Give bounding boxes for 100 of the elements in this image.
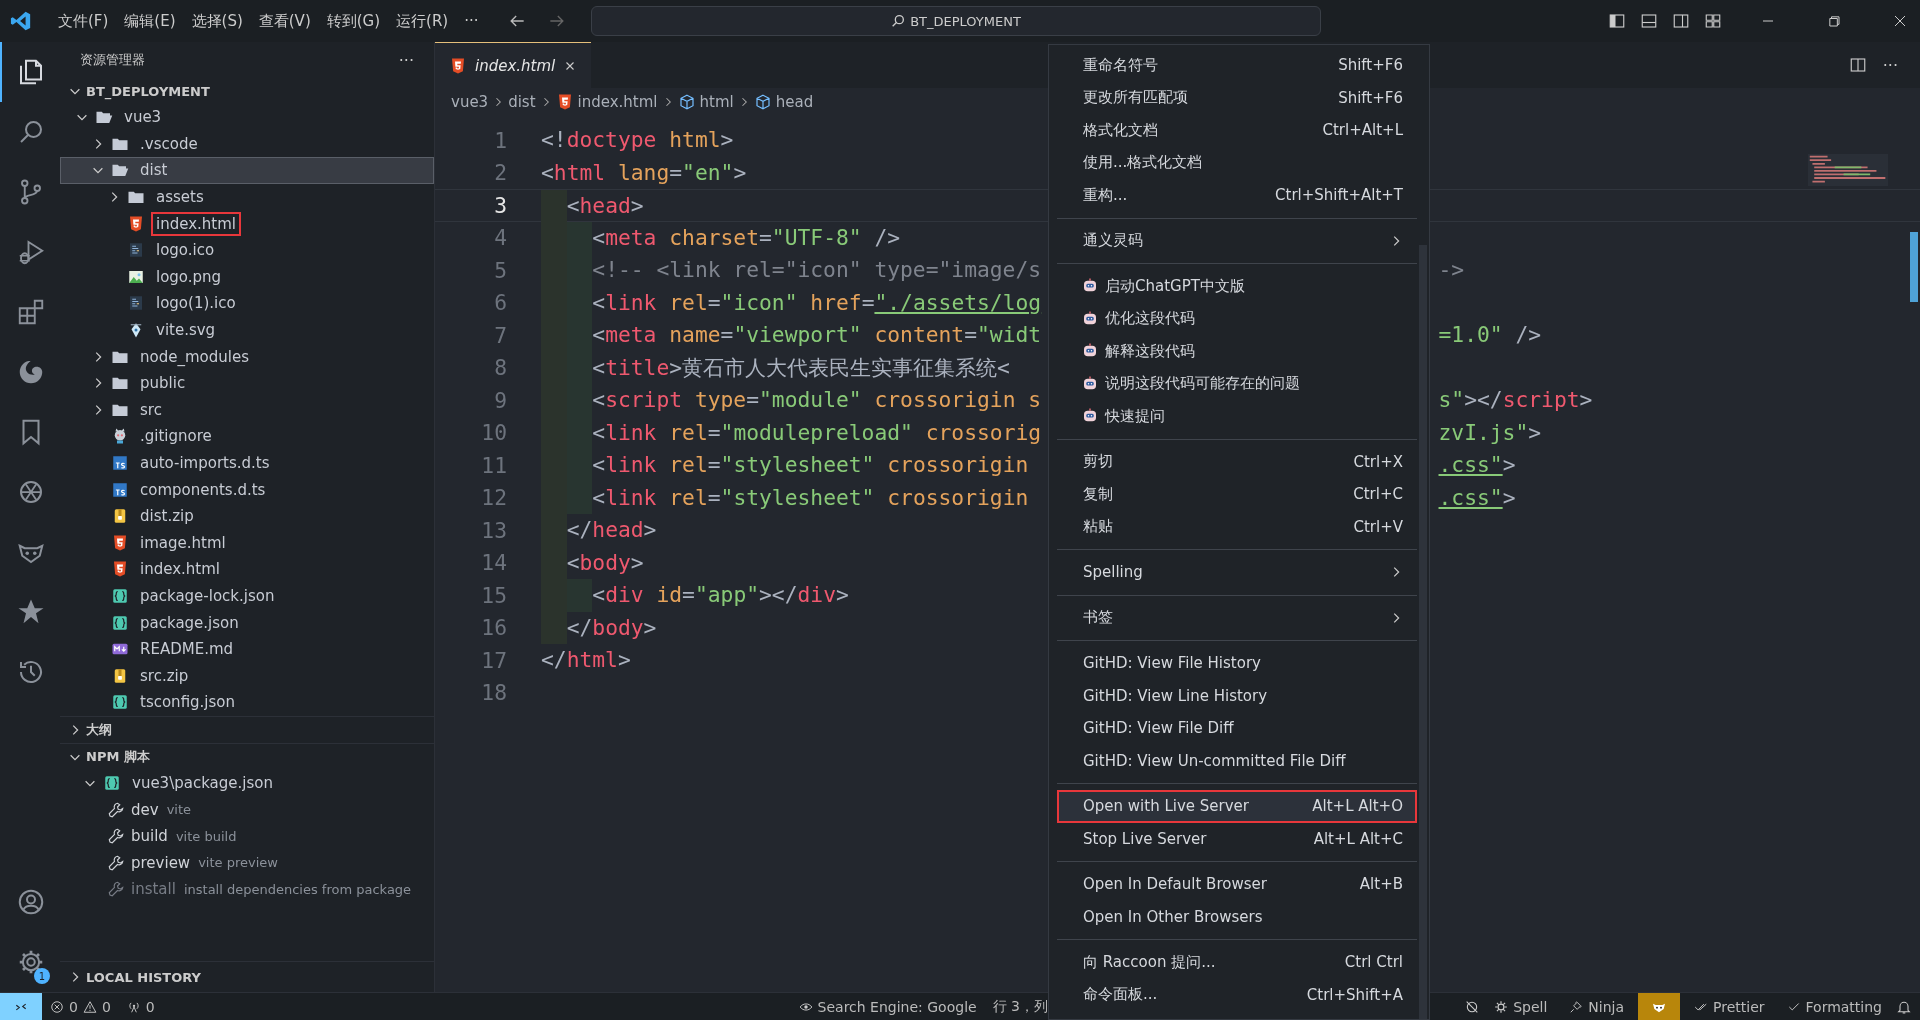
problems-status[interactable]: 0 0 xyxy=(42,998,119,1015)
tree-item[interactable]: dist.zip xyxy=(60,502,434,530)
account-icon[interactable] xyxy=(16,887,46,917)
breadcrumb-item[interactable]: html xyxy=(699,93,734,111)
editor-tab[interactable]: index.html xyxy=(435,42,592,88)
tree-item[interactable]: logo.ico xyxy=(60,236,434,264)
scrollbar[interactable] xyxy=(1419,245,1427,1019)
section-title[interactable]: BT_DEPLOYMENT xyxy=(86,83,210,99)
plug-icon xyxy=(1569,999,1584,1014)
tree-item[interactable]: vue3\package.json xyxy=(60,769,434,797)
menu-item[interactable]: 使用...格式化文档 xyxy=(1057,146,1417,179)
menu-item[interactable]: 通义灵码 xyxy=(1057,224,1417,257)
breadcrumb-item[interactable]: index.html xyxy=(577,93,658,111)
more-actions-button[interactable]: ··· xyxy=(398,50,414,70)
prettier-status[interactable]: Prettier xyxy=(1686,998,1773,1015)
tree-item[interactable]: tsconfig.json xyxy=(60,689,434,716)
tree-item[interactable]: index.html xyxy=(60,210,434,237)
formatting-status[interactable]: Formatting xyxy=(1778,998,1890,1015)
script-name[interactable]: build xyxy=(131,827,168,846)
menu-item[interactable]: GitHD: View File History xyxy=(1057,647,1417,680)
menu-item[interactable]: 文件(F) xyxy=(50,11,117,31)
section-title[interactable]: LOCAL HISTORY xyxy=(86,969,201,985)
tree-item[interactable]: assets xyxy=(60,183,434,211)
menu-item[interactable]: 转到(G) xyxy=(318,11,389,31)
command-center[interactable]: BT_DEPLOYMENT xyxy=(590,6,1321,36)
error-icon xyxy=(50,999,64,1014)
grid-layout-icon[interactable] xyxy=(1704,12,1722,30)
tree-item[interactable]: .gitignore xyxy=(60,423,434,450)
tree-item[interactable]: vue3 xyxy=(60,104,434,131)
menu-item[interactable]: 重命名符号 Shift+F6 xyxy=(1057,49,1417,82)
menu-item[interactable]: ··· xyxy=(456,12,487,30)
tree-item[interactable]: src.zip xyxy=(60,662,434,690)
tree-item[interactable]: node_modules xyxy=(60,343,434,370)
menu-item[interactable]: 运行(R) xyxy=(388,11,457,31)
raccoon-status-button[interactable] xyxy=(1638,993,1680,1020)
more-actions-button[interactable]: ··· xyxy=(1882,55,1898,75)
menu-item[interactable]: Stop Live Server Alt+L Alt+C xyxy=(1057,822,1417,855)
menu-item[interactable]: 格式化文档 Ctrl+Alt+L xyxy=(1057,114,1417,147)
search-engine-status[interactable]: Search Engine: Google xyxy=(790,998,985,1015)
tree-item[interactable]: dist xyxy=(60,157,434,184)
breadcrumb-item[interactable]: vue3 xyxy=(451,93,489,111)
menu-item[interactable]: 启动ChatGPT中文版 xyxy=(1057,270,1417,303)
tree-item[interactable]: package.json xyxy=(60,609,434,636)
ninja-status[interactable]: Ninja xyxy=(1561,998,1632,1015)
menu-item[interactable]: 查看(V) xyxy=(250,11,319,31)
menu-item[interactable]: 书签 xyxy=(1057,601,1417,634)
tree-item[interactable]: logo(1).ico xyxy=(60,290,434,317)
menu-item[interactable]: 快速提问 xyxy=(1057,400,1417,433)
sidebar-layout-icon[interactable] xyxy=(1608,12,1626,30)
menu-item[interactable]: 命令面板... Ctrl+Shift+A xyxy=(1057,978,1417,1011)
code-line: </body> xyxy=(541,611,657,644)
menu-item[interactable]: 编辑(E) xyxy=(116,11,184,31)
minimap[interactable] xyxy=(1808,154,1888,186)
spell-status[interactable]: Spell xyxy=(1486,998,1556,1015)
menu-item[interactable]: 向 Raccoon 提问... Ctrl Ctrl xyxy=(1057,946,1417,979)
menu-item[interactable]: 选择(S) xyxy=(183,11,251,31)
line-number: 8 xyxy=(493,355,507,381)
menu-item[interactable]: 剪切 Ctrl+X xyxy=(1057,445,1417,478)
menu-item[interactable]: GitHD: View Line History xyxy=(1057,679,1417,712)
html-file-icon xyxy=(449,56,467,75)
menu-item[interactable]: 解释这段代码 xyxy=(1057,335,1417,368)
menu-item[interactable]: 重构... Ctrl+Shift+Alt+T xyxy=(1057,179,1417,212)
section-title[interactable]: NPM 脚本 xyxy=(86,747,150,766)
tree-item[interactable]: logo.png xyxy=(60,263,434,291)
tree-item[interactable]: image.html xyxy=(60,529,434,557)
menu-item[interactable]: 复制 Ctrl+C xyxy=(1057,478,1417,511)
menu-item[interactable]: 优化这段代码 xyxy=(1057,302,1417,335)
menu-item[interactable]: GitHD: View Un-committed File Diff xyxy=(1057,744,1417,777)
tree-item[interactable]: README.md xyxy=(60,635,434,663)
panel-layout-icon[interactable] xyxy=(1640,12,1658,30)
menu-item[interactable]: 粘贴 Ctrl+V xyxy=(1057,510,1417,543)
menu-item[interactable]: Open In Other Browsers xyxy=(1057,900,1417,933)
menu-item[interactable]: 更改所有匹配项 Shift+F6 xyxy=(1057,81,1417,114)
menu-item[interactable]: Open In Default Browser Alt+B xyxy=(1057,868,1417,901)
script-name[interactable]: dev xyxy=(131,800,159,819)
breadcrumb-item[interactable]: head xyxy=(775,93,814,111)
tree-item[interactable]: .vscode xyxy=(60,130,434,158)
menu-item[interactable]: Open with Live Server Alt+L Alt+O xyxy=(1057,790,1417,823)
menu-item[interactable]: Spelling xyxy=(1057,556,1417,589)
menu-item[interactable]: GitHD: View File Diff xyxy=(1057,712,1417,745)
breadcrumb-item[interactable]: dist xyxy=(508,93,536,111)
blocks-icon[interactable] xyxy=(16,297,46,327)
tree-item[interactable]: package-lock.json xyxy=(60,582,434,610)
split-layout-icon[interactable] xyxy=(1672,12,1690,30)
tree-item[interactable]: components.d.ts xyxy=(60,476,434,503)
ports-status[interactable]: 0 xyxy=(118,998,163,1015)
scrollbar[interactable] xyxy=(1910,232,1918,302)
code-line: <!-- <link rel="icon" type="image/s xyxy=(541,254,1042,287)
section-title[interactable]: 大纲 xyxy=(86,720,112,739)
sidebar-title: 资源管理器 xyxy=(80,51,145,69)
tree-item[interactable]: vite.svg xyxy=(60,316,434,344)
menu-item[interactable]: 说明这段代码可能存在的问题 xyxy=(1057,367,1417,400)
tree-item[interactable]: auto-imports.d.ts xyxy=(60,449,434,477)
line-number: 11 xyxy=(480,452,507,478)
split-editor-icon[interactable] xyxy=(1848,56,1867,74)
tree-item[interactable]: index.html xyxy=(60,556,434,583)
cursor-position[interactable]: 行 3，列 xyxy=(984,997,1048,1016)
script-name[interactable]: preview xyxy=(131,853,191,872)
tree-item[interactable]: public xyxy=(60,369,434,397)
tree-item[interactable]: src xyxy=(60,396,434,424)
